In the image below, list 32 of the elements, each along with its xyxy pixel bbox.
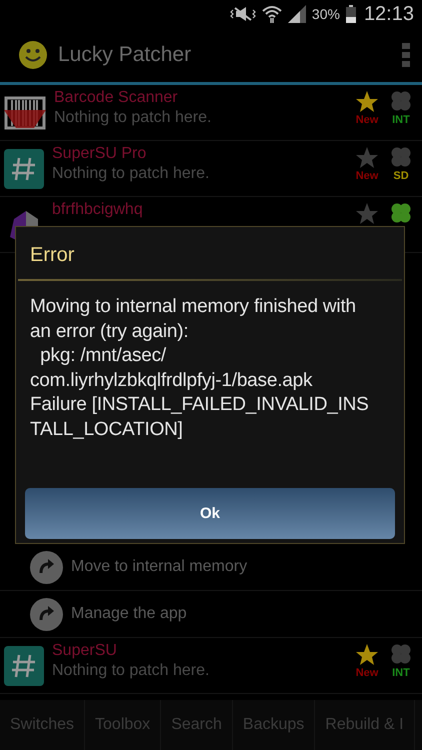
menu-item[interactable]: Manage the app	[0, 591, 422, 638]
app-name: SuperSU	[52, 642, 118, 660]
app-status: Nothing to patch here.	[54, 109, 212, 127]
hash-app-icon	[4, 148, 44, 188]
app-name: bfrfhbcigwhq	[52, 201, 144, 219]
hash-app-icon	[4, 646, 44, 686]
status-label: INT	[392, 667, 410, 679]
dialog-message: Moving to internal memory finished with an error (try again): pkg: /mnt/asec/ com.liyrhylzbkqlfrdlpfyj-1/base.apk Failure [INSTALL_FAILED_INVALID_INS TALL_LOCATION]	[29, 295, 370, 442]
smiley-icon	[18, 40, 48, 70]
battery-percent: 30%	[312, 6, 340, 22]
status-label: New	[356, 667, 378, 679]
arrow-circle-icon	[30, 598, 63, 630]
app-status: Nothing to patch here.	[52, 662, 210, 680]
status-label: New	[356, 114, 378, 126]
app-list-item[interactable]: SuperSU Nothing to patch here. New INT	[0, 638, 422, 694]
mute-vibrate-icon	[230, 6, 256, 22]
app-list-item[interactable]: SuperSU Pro Nothing to patch here. New SD	[0, 141, 422, 197]
app-status: Nothing to patch here.	[52, 165, 210, 183]
arrow-circle-icon	[30, 550, 63, 584]
battery-icon	[346, 5, 356, 23]
wifi-icon	[262, 5, 282, 23]
app-list-item[interactable]: Barcode Scanner Nothing to patch here. New INT	[0, 85, 422, 141]
app-title: Lucky Patcher	[58, 43, 192, 67]
app-name: SuperSU Pro	[52, 145, 148, 163]
status-label: SD	[393, 170, 409, 182]
clock: 12:13	[364, 2, 414, 26]
status-label: INT	[392, 114, 410, 126]
overflow-menu-icon[interactable]	[402, 43, 410, 67]
app-name: Barcode Scanner	[54, 89, 179, 107]
signal-icon	[288, 5, 306, 23]
status-label: New	[356, 170, 378, 182]
ok-button[interactable]: Ok	[25, 488, 395, 539]
